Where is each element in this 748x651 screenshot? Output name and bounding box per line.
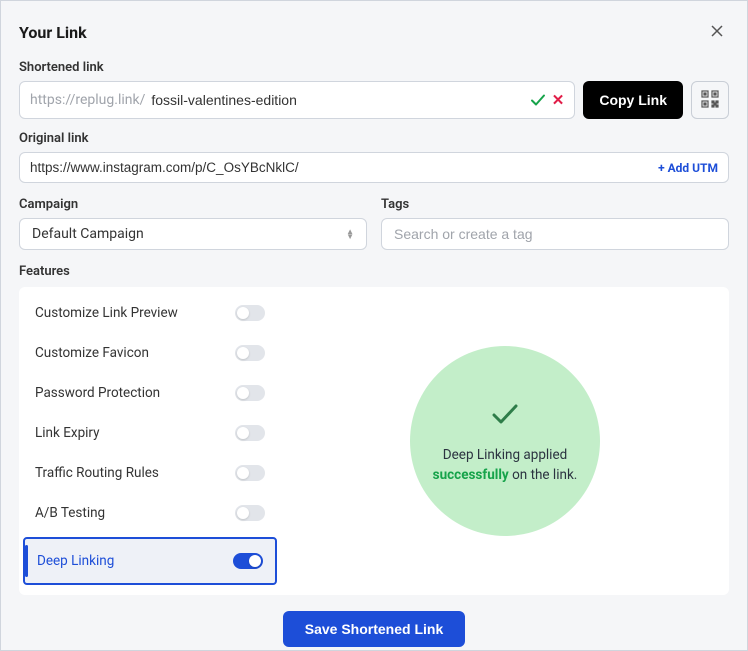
qr-code-button[interactable]: [691, 81, 729, 119]
feature-password-protection[interactable]: Password Protection: [19, 373, 281, 413]
clear-icon[interactable]: ✕: [552, 91, 565, 109]
toggle-switch[interactable]: [235, 425, 265, 441]
features-section: Features Customize Link Preview Customiz…: [19, 264, 729, 595]
shortened-link-label: Shortened link: [19, 60, 729, 75]
success-text-post: on the link.: [512, 467, 577, 483]
feature-label: Link Expiry: [35, 425, 100, 441]
success-text-word: successfully: [433, 467, 509, 483]
toggle-switch[interactable]: [235, 305, 265, 321]
feature-label: Customize Favicon: [35, 345, 149, 361]
campaign-selected-value: Default Campaign: [32, 226, 144, 242]
shortened-link-field[interactable]: https://replug.link/ ✕: [19, 81, 575, 119]
copy-link-button[interactable]: Copy Link: [583, 81, 683, 119]
success-text-pre: Deep Linking applied: [443, 447, 567, 463]
your-link-modal: Your Link Shortened link https://replug.…: [0, 0, 748, 651]
feature-ab-testing[interactable]: A/B Testing: [19, 493, 281, 533]
toggle-switch[interactable]: [235, 465, 265, 481]
add-utm-button[interactable]: + Add UTM: [658, 161, 718, 175]
feature-label: Deep Linking: [37, 553, 114, 569]
original-link-label: Original link: [19, 131, 729, 146]
toggle-switch[interactable]: [235, 505, 265, 521]
feature-content-panel: Deep Linking applied successfully on the…: [281, 287, 729, 595]
close-button[interactable]: [705, 19, 729, 46]
features-list: Customize Link Preview Customize Favicon…: [19, 287, 281, 595]
tags-section: Tags: [381, 197, 729, 250]
close-icon: [709, 23, 725, 42]
modal-title: Your Link: [19, 23, 87, 42]
feature-link-expiry[interactable]: Link Expiry: [19, 413, 281, 453]
feature-label: Traffic Routing Rules: [35, 465, 159, 481]
original-link-field[interactable]: + Add UTM: [19, 152, 729, 183]
valid-check-icon: [530, 92, 546, 108]
chevron-up-down-icon: ▲▼: [346, 229, 354, 239]
feature-traffic-routing-rules[interactable]: Traffic Routing Rules: [19, 453, 281, 493]
campaign-label: Campaign: [19, 197, 367, 212]
toggle-switch[interactable]: [235, 385, 265, 401]
feature-label: Customize Link Preview: [35, 305, 178, 321]
success-message: Deep Linking applied successfully on the…: [430, 446, 580, 485]
feature-label: A/B Testing: [35, 505, 105, 521]
slug-input[interactable]: [151, 92, 523, 108]
tags-label: Tags: [381, 197, 729, 212]
save-shortened-link-button[interactable]: Save Shortened Link: [283, 611, 465, 647]
feature-customize-favicon[interactable]: Customize Favicon: [19, 333, 281, 373]
domain-prefix: https://replug.link/: [30, 92, 145, 108]
check-icon: [487, 396, 523, 436]
toggle-switch[interactable]: [235, 345, 265, 361]
success-badge: Deep Linking applied successfully on the…: [410, 346, 600, 536]
features-heading: Features: [19, 264, 729, 279]
feature-deep-linking[interactable]: Deep Linking: [23, 537, 277, 585]
shortened-link-section: Shortened link https://replug.link/ ✕ Co…: [19, 60, 729, 119]
campaign-select[interactable]: Default Campaign ▲▼: [19, 218, 367, 250]
original-link-section: Original link + Add UTM: [19, 131, 729, 183]
original-url-input[interactable]: [30, 160, 658, 175]
modal-header: Your Link: [19, 19, 729, 46]
qr-code-icon: [701, 90, 719, 111]
toggle-switch[interactable]: [233, 553, 263, 569]
campaign-section: Campaign Default Campaign ▲▼: [19, 197, 367, 250]
tags-input[interactable]: [381, 218, 729, 250]
feature-label: Password Protection: [35, 385, 160, 401]
feature-customize-link-preview[interactable]: Customize Link Preview: [19, 293, 281, 333]
